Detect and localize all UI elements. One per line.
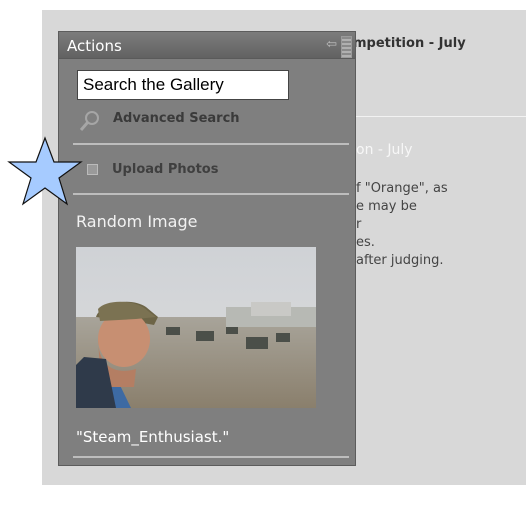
actions-title-bar: Actions ⇦ <box>59 32 355 59</box>
magnifier-icon <box>79 111 99 131</box>
grip-icon[interactable] <box>341 36 352 58</box>
description-line: r <box>356 217 362 232</box>
actions-title: Actions <box>67 37 122 55</box>
description-line: es. <box>356 235 375 250</box>
collapse-arrow-icon[interactable]: ⇦ <box>326 37 337 52</box>
competition-subtitle: on - July <box>356 142 413 158</box>
competition-description: f "Orange", as e may be r es. after judg… <box>356 180 448 270</box>
competition-header-text: mpetition - July <box>353 36 466 51</box>
description-line: after judging. <box>356 253 444 268</box>
divider <box>73 456 349 458</box>
upload-icon <box>87 164 98 175</box>
background-divider <box>356 116 526 117</box>
advanced-search-label: Advanced Search <box>113 111 240 126</box>
random-image-photo[interactable] <box>76 247 316 408</box>
search-input[interactable] <box>77 70 289 100</box>
random-image-caption[interactable]: "Steam_Enthusiast." <box>76 428 229 446</box>
star-icon <box>7 136 83 206</box>
divider <box>73 143 349 145</box>
random-image-title: Random Image <box>76 212 198 231</box>
actions-panel: Actions ⇦ Advanced Search Upload Photos … <box>58 31 356 466</box>
upload-photos-label: Upload Photos <box>112 162 219 177</box>
divider <box>73 193 349 195</box>
description-line: e may be <box>356 199 417 214</box>
description-line: f "Orange", as <box>356 181 448 196</box>
